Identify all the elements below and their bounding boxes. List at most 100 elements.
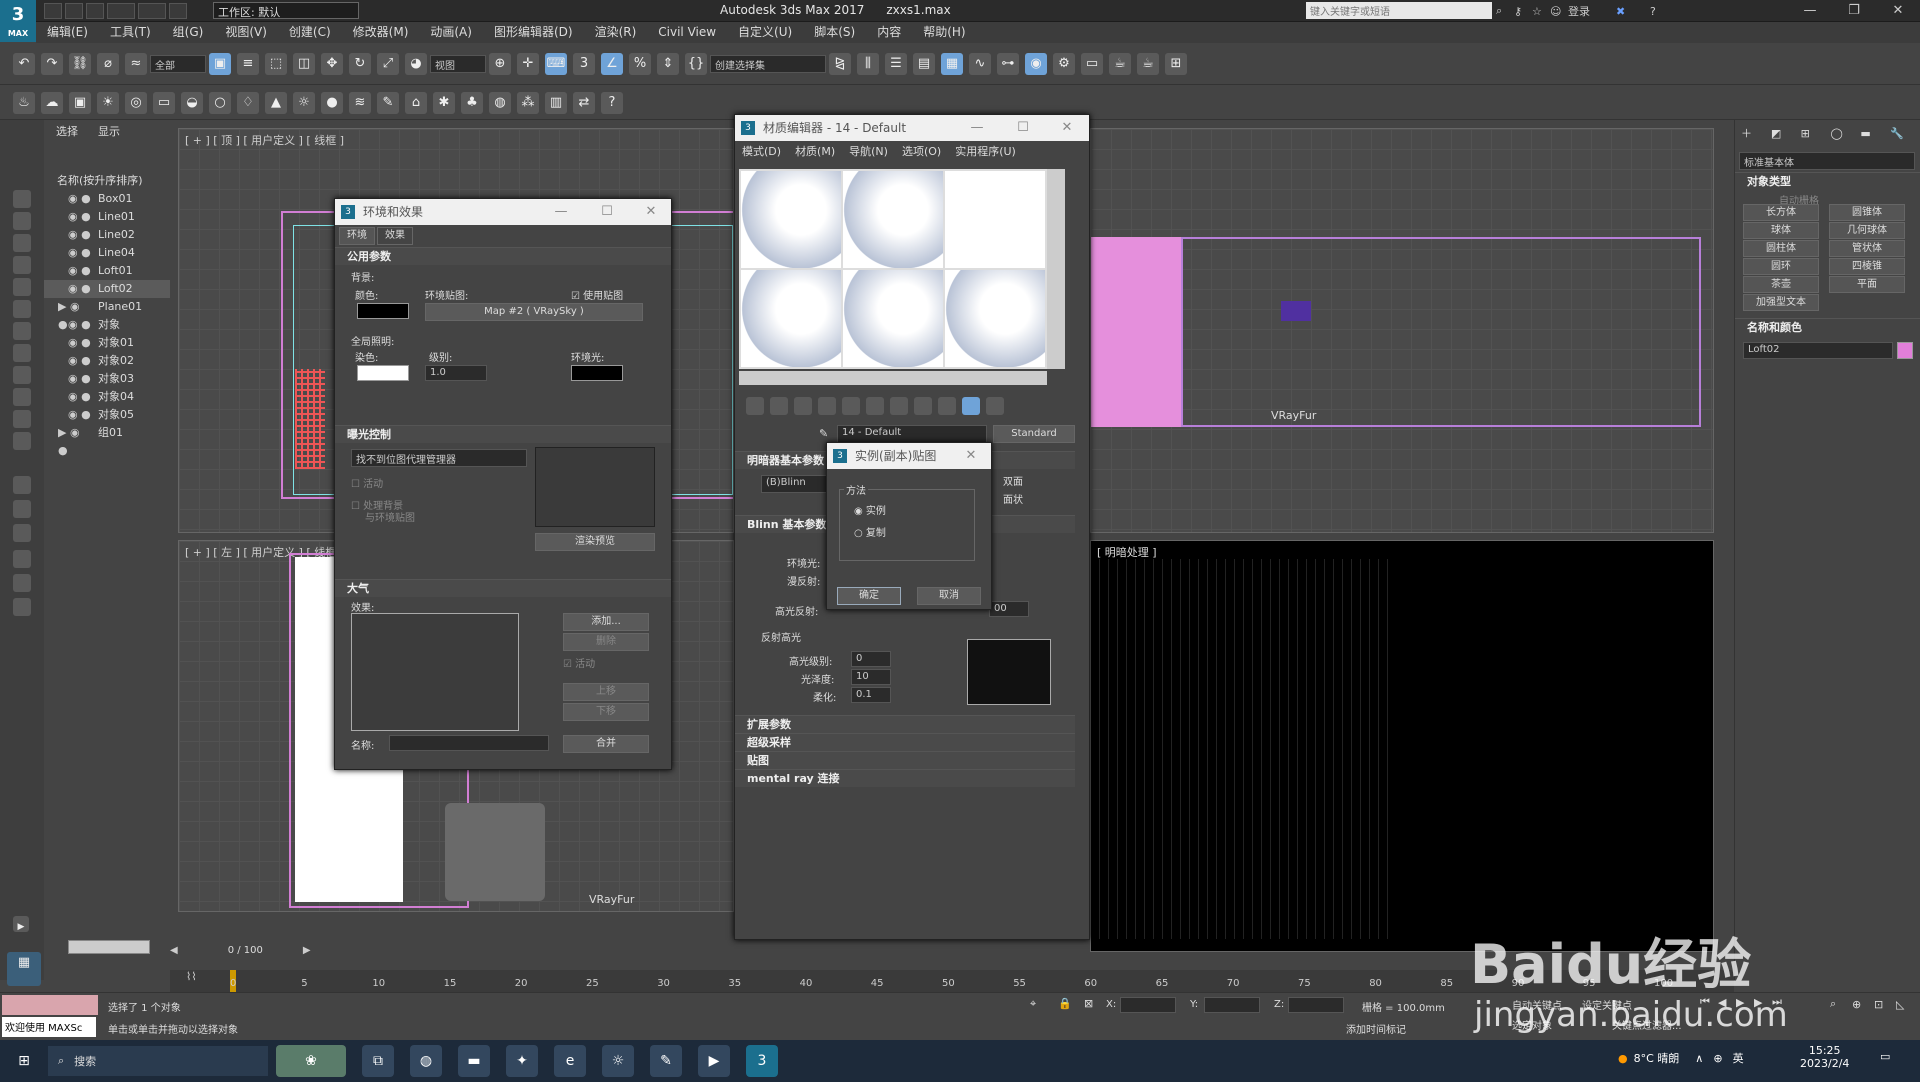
material-slot[interactable]	[843, 171, 943, 268]
vray-ambient-icon[interactable]: ▲	[265, 91, 287, 114]
menu-scripting[interactable]: 脚本(S)	[814, 22, 855, 43]
menu-graph-editors[interactable]: 图形编辑器(D)	[494, 22, 573, 43]
material-slot[interactable]	[945, 171, 1045, 268]
put-to-scene-icon[interactable]	[770, 397, 788, 415]
eyedropper-icon[interactable]: ✎	[819, 427, 828, 440]
vray-light-icon[interactable]: ☀	[97, 91, 119, 114]
sphere-button[interactable]: 球体	[1743, 222, 1819, 239]
delete-effect-button[interactable]: 删除	[563, 633, 649, 651]
go-sibling-icon[interactable]	[986, 397, 1004, 415]
viewport-top-label[interactable]: [ + ] [ 顶 ] [ 用户定义 ] [ 线框 ]	[185, 132, 344, 148]
add-time-tag[interactable]: 添加时间标记	[1346, 1021, 1406, 1036]
move-icon[interactable]: ✥	[321, 52, 343, 75]
instance-radio[interactable]: ◉ 实例	[854, 502, 886, 517]
scene-explorer-scrollbar[interactable]	[68, 940, 150, 954]
vray-fur-icon[interactable]: ≋	[349, 91, 371, 114]
expand-arrow-icon[interactable]: ▶	[13, 916, 29, 932]
x-exchange-icon[interactable]: ✖	[1616, 5, 1638, 18]
geosphere-button[interactable]: 几何球体	[1829, 222, 1905, 239]
material-id-icon[interactable]	[890, 397, 908, 415]
scene-item-line04[interactable]: ◉ ● Line04	[44, 244, 170, 262]
ambient-color-swatch[interactable]	[571, 365, 623, 381]
visibility-eye-icon[interactable]: ◉ ●	[68, 334, 94, 352]
menu-modes[interactable]: 模式(D)	[742, 143, 781, 159]
get-material-icon[interactable]	[746, 397, 764, 415]
display-all-icon[interactable]	[13, 476, 31, 494]
vray-multi-material-icon[interactable]: ⁂	[517, 91, 539, 114]
reset-map-icon[interactable]	[818, 397, 836, 415]
rect-selection-icon[interactable]: ⬚	[265, 52, 287, 75]
scene-item-object01[interactable]: ◉ ● 对象01	[44, 334, 170, 352]
teapot-button[interactable]: 茶壶	[1743, 276, 1819, 293]
glossiness-spinner[interactable]: 10	[851, 669, 891, 685]
copy-radio[interactable]: ○ 复制	[854, 524, 886, 539]
notepad-icon[interactable]: ✎	[650, 1045, 682, 1077]
filter-xrefs-icon[interactable]	[13, 344, 31, 362]
sort-header[interactable]: 名称(按升序排序)	[44, 172, 170, 190]
scene-item-plane01[interactable]: ▶ ◉ ● Plane01	[44, 298, 170, 331]
create-tab-icon[interactable]: ＋	[1741, 125, 1771, 141]
app-icon[interactable]: ✦	[506, 1045, 538, 1077]
vray-plane-icon[interactable]: ▭	[153, 91, 175, 114]
scene-item-line01[interactable]: ◉ ● Line01	[44, 208, 170, 226]
curve-editor-icon[interactable]: ∿	[969, 52, 991, 75]
angle-snap-icon[interactable]: ∠	[601, 52, 623, 75]
select-object-icon[interactable]: ▣	[209, 52, 231, 75]
material-slot[interactable]	[843, 270, 943, 367]
vray-plant-icon[interactable]: ♣	[461, 91, 483, 114]
menu-modifiers[interactable]: 修改器(M)	[353, 22, 409, 43]
filter-helpers-icon[interactable]	[13, 278, 31, 296]
env-map-button[interactable]: Map #2 ( VRaySky )	[425, 303, 643, 321]
close-icon[interactable]: ✕	[949, 443, 993, 469]
vray-frame-buffer-icon[interactable]: ▣	[69, 91, 91, 114]
help-icon[interactable]: ?	[1650, 5, 1674, 18]
vray-material-icon[interactable]: ◍	[489, 91, 511, 114]
named-selection-dropdown[interactable]: 创建选择集	[710, 54, 826, 73]
menu-tools[interactable]: 工具(T)	[110, 22, 151, 43]
selection-filter-dropdown[interactable]: 全部	[150, 54, 206, 73]
object-color-swatch[interactable]	[1897, 342, 1913, 359]
max-logo-icon[interactable]: 3 MAX	[0, 0, 36, 42]
scene-item-object02[interactable]: ◉ ● 对象02	[44, 352, 170, 370]
project-folder-icon[interactable]	[169, 3, 187, 19]
vray-sphere-light-icon[interactable]: ○	[209, 91, 231, 114]
menu-content[interactable]: 内容	[877, 22, 901, 43]
edge-icon[interactable]: e	[554, 1045, 586, 1077]
spec-level-spinner[interactable]: 0	[851, 651, 891, 667]
window-crossing-icon[interactable]: ◫	[293, 52, 315, 75]
soften-spinner[interactable]: 0.1	[851, 687, 891, 703]
vray-mesh-icon[interactable]: ⌂	[405, 91, 427, 114]
task-view-icon[interactable]: ⧉	[362, 1045, 394, 1077]
menu-animation[interactable]: 动画(A)	[430, 22, 472, 43]
menu-views[interactable]: 视图(V)	[225, 22, 267, 43]
workspace-dropdown[interactable]: 工作区: 默认	[213, 2, 359, 19]
filter-icon[interactable]	[13, 574, 31, 592]
x-coordinate-field[interactable]	[1120, 997, 1176, 1013]
modify-tab-icon[interactable]: ◩	[1771, 127, 1801, 140]
menu-create[interactable]: 创建(C)	[289, 22, 331, 43]
field-of-view-icon[interactable]: ◺	[1896, 998, 1918, 1011]
slot-vertical-scrollbar[interactable]	[1047, 169, 1065, 369]
tab-display[interactable]: 显示	[98, 123, 120, 139]
layers-icon[interactable]	[13, 598, 31, 616]
object-category-dropdown[interactable]: 标准基本体	[1739, 152, 1915, 170]
background-color-swatch[interactable]	[357, 303, 409, 319]
filter-lights-icon[interactable]	[13, 234, 31, 252]
vray-cloud-icon[interactable]: ☁	[41, 91, 63, 114]
new-file-icon[interactable]	[44, 3, 62, 19]
common-params-rollout[interactable]: 公用参数	[335, 247, 671, 265]
vray-camera-icon[interactable]: ◎	[125, 91, 147, 114]
menu-navigation[interactable]: 导航(N)	[849, 143, 888, 159]
language-indicator[interactable]: 英	[1733, 1050, 1744, 1066]
scene-item-box01[interactable]: ◉ ● Box01	[44, 190, 170, 208]
display-tab-icon[interactable]: ▬	[1860, 127, 1890, 140]
app-icon[interactable]: ▶	[698, 1045, 730, 1077]
maxscript-mini-listener[interactable]: 欢迎使用 MAXSc	[2, 1017, 96, 1037]
material-type-button[interactable]: Standard	[993, 425, 1075, 443]
add-effect-button[interactable]: 添加...	[563, 613, 649, 631]
menu-help[interactable]: 帮助(H)	[923, 22, 965, 43]
make-unique-icon[interactable]	[842, 397, 860, 415]
menu-group[interactable]: 组(G)	[173, 22, 204, 43]
viewport-perspective-label[interactable]: [ 明暗处理 ]	[1097, 544, 1157, 560]
pyramid-button[interactable]: 四棱锥	[1829, 258, 1905, 275]
